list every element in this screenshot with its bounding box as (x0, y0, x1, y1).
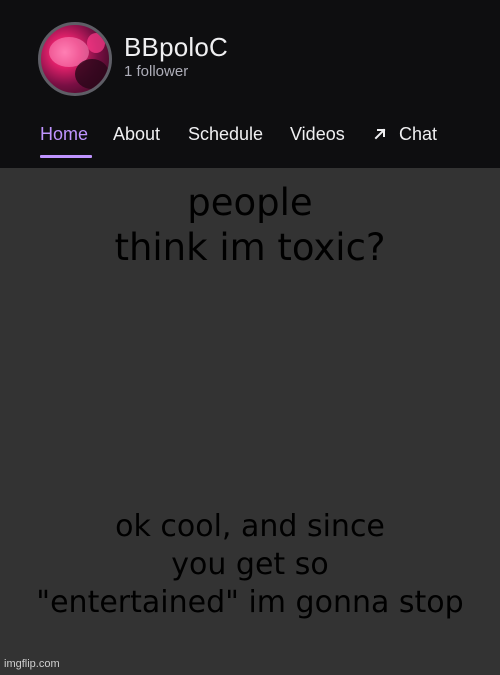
tab-videos[interactable]: Videos (290, 124, 345, 145)
tab-chat[interactable]: Chat (373, 124, 437, 145)
imgflip-watermark: imgflip.com (4, 658, 60, 670)
meme-top-line-2: think im toxic? (114, 226, 386, 269)
tab-about[interactable]: About (113, 124, 160, 145)
meme-bottom-line-2: you get so (171, 547, 329, 582)
tab-home[interactable]: Home (40, 124, 88, 145)
meme-bottom-text: ok cool, and since you get so "entertain… (0, 508, 500, 622)
meme-top-line-1: people (187, 181, 313, 224)
avatar-shadow (75, 59, 109, 89)
arrow-up-right-icon (374, 128, 386, 140)
channel-header: BBpoloC 1 follower Home About Schedule V… (0, 0, 500, 168)
meme-bottom-line-1: ok cool, and since (115, 509, 385, 544)
meme-top-text: people think im toxic? (0, 180, 500, 270)
channel-name[interactable]: BBpoloC (124, 32, 228, 63)
tab-chat-label: Chat (399, 124, 438, 144)
meme-bottom-line-3: "entertained" im gonna stop (36, 585, 464, 620)
tab-home-underline (40, 155, 92, 158)
channel-avatar[interactable] (38, 22, 112, 96)
channel-nav: Home About Schedule Videos Chat (0, 124, 500, 164)
avatar-accent (87, 33, 105, 53)
follower-count: 1 follower (124, 63, 189, 80)
tab-schedule[interactable]: Schedule (188, 124, 263, 145)
